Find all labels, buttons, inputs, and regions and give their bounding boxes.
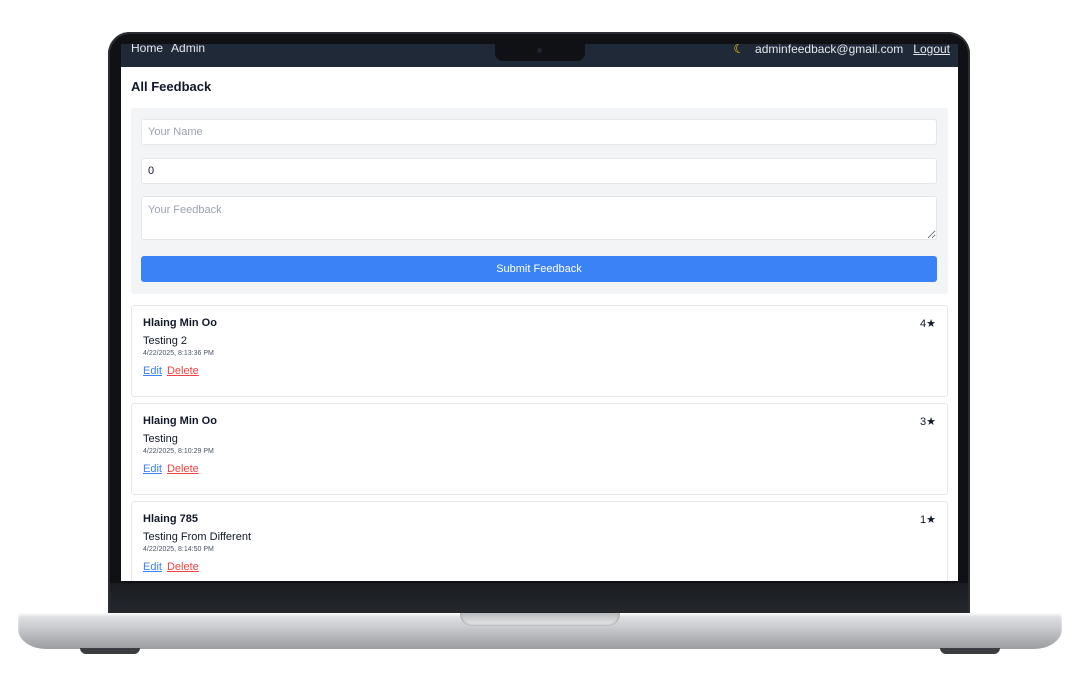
logout-link[interactable]: Logout xyxy=(913,44,950,56)
laptop-foot-left xyxy=(80,648,140,654)
edit-link[interactable]: Edit xyxy=(143,463,162,475)
delete-link[interactable]: Delete xyxy=(167,561,199,573)
feedback-author: Hlaing 785 xyxy=(143,513,199,525)
feedback-textarea[interactable] xyxy=(141,196,937,240)
laptop-foot-right xyxy=(940,648,1000,654)
feedback-actions: Edit Delete xyxy=(143,561,936,573)
feedback-list: Hlaing Min Oo 4★ Testing 2 4/22/2025, 8:… xyxy=(131,305,948,581)
feedback-date: 4/22/2025, 8:10:29 PM xyxy=(143,448,214,455)
nav-link-admin[interactable]: Admin xyxy=(171,44,205,55)
feedback-item: Hlaing Min Oo 3★ Testing 4/22/2025, 8:10… xyxy=(131,403,948,495)
nav-user-area: ☾ adminfeedback@gmail.com Logout xyxy=(733,44,950,57)
feedback-form: Submit Feedback xyxy=(131,108,948,294)
feedback-author: Hlaing Min Oo xyxy=(143,317,217,329)
feedback-text: Testing From Different xyxy=(143,531,252,543)
main-content: All Feedback Submit Feedback Hlaing Min … xyxy=(131,67,948,581)
user-email: adminfeedback@gmail.com xyxy=(755,44,904,56)
feedback-text: Testing xyxy=(143,433,178,445)
feedback-author: Hlaing Min Oo xyxy=(143,415,217,427)
nav-links: Home Admin xyxy=(131,44,205,55)
moon-icon[interactable]: ☾ xyxy=(733,44,745,57)
delete-link[interactable]: Delete xyxy=(167,463,199,475)
laptop-chin xyxy=(110,583,968,613)
camera-icon xyxy=(537,48,542,53)
laptop-screen: Home Admin ☾ adminfeedback@gmail.com Log… xyxy=(121,44,958,581)
nav-link-home[interactable]: Home xyxy=(131,44,163,55)
edit-link[interactable]: Edit xyxy=(143,561,162,573)
feedback-date: 4/22/2025, 8:14:50 PM xyxy=(143,546,214,553)
feedback-date: 4/22/2025, 8:13:36 PM xyxy=(143,350,214,357)
feedback-rating: 3★ xyxy=(920,416,936,428)
page-title: All Feedback xyxy=(131,79,212,94)
feedback-rating: 4★ xyxy=(920,318,936,330)
feedback-item: Hlaing Min Oo 4★ Testing 2 4/22/2025, 8:… xyxy=(131,305,948,397)
feedback-actions: Edit Delete xyxy=(143,365,936,377)
feedback-rating: 1★ xyxy=(920,514,936,526)
rating-input[interactable] xyxy=(141,158,937,184)
submit-feedback-button[interactable]: Submit Feedback xyxy=(141,256,937,282)
laptop-opening-groove xyxy=(460,613,620,626)
feedback-item: Hlaing 785 1★ Testing From Different 4/2… xyxy=(131,501,948,581)
delete-link[interactable]: Delete xyxy=(167,365,199,377)
name-input[interactable] xyxy=(141,119,937,145)
feedback-text: Testing 2 xyxy=(143,335,188,347)
feedback-actions: Edit Delete xyxy=(143,463,936,475)
edit-link[interactable]: Edit xyxy=(143,365,162,377)
